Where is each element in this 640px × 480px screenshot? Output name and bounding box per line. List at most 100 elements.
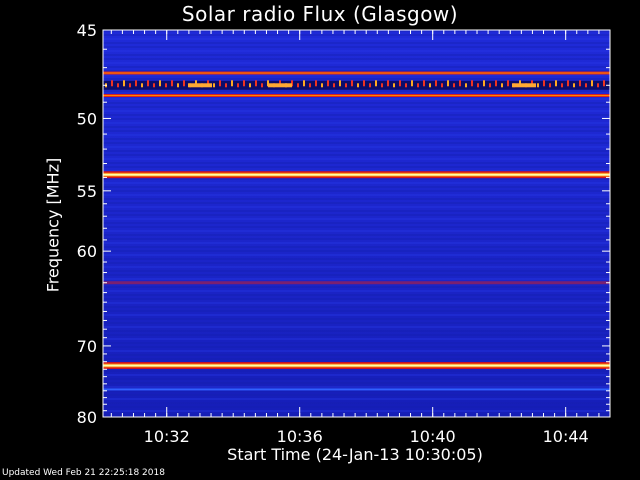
y-tick-label: 60: [77, 242, 97, 261]
texture-stripe: [103, 262, 610, 264]
texture-stripe: [103, 230, 610, 232]
burst-spike: [321, 83, 323, 88]
burst-segment: [512, 83, 536, 88]
texture-stripe: [103, 402, 610, 404]
texture-stripe: [103, 78, 610, 80]
band-very-high: [103, 364, 610, 367]
burst-spike: [351, 80, 353, 87]
texture-stripe: [103, 202, 610, 204]
burst-spike: [393, 83, 395, 88]
texture-stripe: [103, 66, 610, 68]
y-axis-label: Frequency [MHz]: [43, 157, 63, 293]
burst-spike: [117, 83, 119, 88]
burst-spike: [507, 80, 509, 87]
burst-spike: [501, 83, 503, 88]
burst-spike: [219, 80, 221, 87]
burst-spike: [153, 83, 155, 88]
band-low: [103, 388, 610, 391]
burst-spike: [447, 80, 449, 87]
burst-spike: [579, 80, 581, 87]
texture-stripe: [103, 210, 610, 212]
texture-stripe: [103, 134, 610, 136]
texture-stripe: [103, 266, 610, 268]
burst-spike: [147, 80, 149, 87]
texture-stripe: [103, 250, 610, 252]
burst-spike: [441, 83, 443, 88]
x-tick-label: 10:40: [410, 427, 456, 446]
texture-stripe: [103, 318, 610, 320]
texture-stripe: [103, 310, 610, 312]
burst-spike: [429, 83, 431, 88]
spectral-bands: [103, 30, 610, 416]
texture-stripe: [103, 306, 610, 308]
burst-spike: [141, 83, 143, 88]
texture-stripe: [103, 386, 610, 388]
texture-stripe: [103, 110, 610, 112]
burst-spike: [213, 83, 215, 88]
burst-spike: [297, 83, 299, 88]
texture-stripe: [103, 382, 610, 384]
burst-spike: [159, 80, 161, 87]
texture-stripe: [103, 414, 610, 416]
texture-stripe: [103, 58, 610, 60]
texture-stripe: [103, 138, 610, 140]
burst-spike: [225, 83, 227, 88]
texture-stripe: [103, 294, 610, 296]
burst-spike: [243, 80, 245, 87]
texture-stripe: [103, 242, 610, 244]
burst-spike: [411, 80, 413, 87]
burst-spike: [237, 83, 239, 88]
burst-spike: [357, 83, 359, 88]
texture-stripe: [103, 102, 610, 104]
texture-stripe: [103, 398, 610, 400]
burst-spike: [327, 80, 329, 87]
texture-stripe: [103, 42, 610, 44]
texture-stripe: [103, 286, 610, 288]
burst-spike: [165, 83, 167, 88]
burst-spike: [375, 80, 377, 87]
texture-stripe: [103, 238, 610, 240]
texture-stripe: [103, 146, 610, 148]
texture-stripe: [103, 90, 610, 92]
x-tick-label: 10:36: [277, 427, 323, 446]
texture-stripe: [103, 226, 610, 228]
burst-spike: [309, 83, 311, 88]
texture-stripe: [103, 374, 610, 376]
texture-stripe: [103, 186, 610, 188]
y-tick-label: 55: [77, 182, 97, 201]
burst-spike: [315, 80, 317, 87]
texture-stripe: [103, 346, 610, 348]
burst-spike: [177, 83, 179, 88]
burst-spike: [405, 83, 407, 88]
burst-spike: [597, 83, 599, 88]
texture-stripe: [103, 258, 610, 260]
y-tick-label: 50: [77, 109, 97, 128]
texture-stripe: [103, 194, 610, 196]
burst-spike: [417, 83, 419, 88]
texture-stripe: [103, 126, 610, 128]
burst-spike: [231, 80, 233, 87]
texture-stripe: [103, 358, 610, 360]
burst-spike: [495, 80, 497, 87]
texture-stripe: [103, 278, 610, 280]
texture-stripe: [103, 142, 610, 144]
burst-spike: [261, 83, 263, 88]
burst-spike: [555, 80, 557, 87]
texture-stripe: [103, 394, 610, 396]
band-very-high: [103, 173, 610, 176]
texture-stripe: [103, 338, 610, 340]
texture-stripe: [103, 158, 610, 160]
burst-spike: [123, 80, 125, 87]
texture-stripe: [103, 334, 610, 336]
texture-stripe: [103, 298, 610, 300]
burst-spike: [135, 80, 137, 87]
texture-stripe: [103, 54, 610, 56]
burst-spike: [423, 80, 425, 87]
burst-spike: [345, 83, 347, 88]
band-medium: [103, 281, 610, 285]
burst-spike: [129, 83, 131, 88]
y-tick-label: 70: [77, 337, 97, 356]
texture-stripe: [103, 162, 610, 164]
texture-stripe: [103, 370, 610, 372]
texture-stripe: [103, 150, 610, 152]
